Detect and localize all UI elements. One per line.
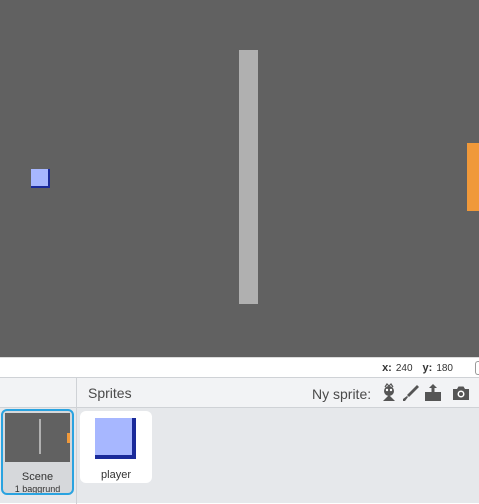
sprites-pane-header: Sprites Ny sprite: <box>0 378 479 408</box>
scene-thumbnail-goal <box>67 433 70 443</box>
sprite-thumbnail-face <box>95 418 132 455</box>
x-value: 240 <box>395 363 413 374</box>
scene-thumbnail <box>5 413 70 462</box>
new-sprite-label: Ny sprite: <box>312 386 372 402</box>
scene-backdrop-count: 1 baggrund <box>14 484 61 494</box>
upload-icon[interactable] <box>423 383 443 403</box>
pane-divider <box>76 378 77 504</box>
sprites-title: Sprites <box>88 385 132 401</box>
player-sprite-face <box>31 169 48 186</box>
camera-icon[interactable] <box>451 383 471 403</box>
sprites-pane: Sprites Ny sprite: Scene 1 baggrund play… <box>0 377 479 504</box>
player-sprite[interactable] <box>31 169 50 188</box>
sprite-tile-player[interactable]: player <box>80 411 152 483</box>
sprite-thumbnail <box>95 418 136 459</box>
x-label: x: <box>382 362 392 374</box>
y-value: 180 <box>436 363 453 374</box>
scene-tile[interactable]: Scene 1 baggrund <box>1 409 74 495</box>
stage-size-toggle[interactable] <box>475 361 479 375</box>
sprite-name: player <box>101 469 131 481</box>
y-label: y: <box>422 362 433 374</box>
mouse-coordinates: x: 240 y: 180 <box>382 362 463 374</box>
goal-sprite[interactable] <box>467 143 479 211</box>
wall-sprite[interactable] <box>239 50 258 304</box>
stage-canvas[interactable] <box>0 0 479 357</box>
sprite-library-icon[interactable] <box>379 383 399 403</box>
stage-status-bar: x: 240 y: 180 <box>0 357 479 377</box>
paint-brush-icon[interactable] <box>401 383 421 403</box>
scene-thumbnail-wall <box>39 419 41 454</box>
scene-name: Scene <box>21 471 54 483</box>
